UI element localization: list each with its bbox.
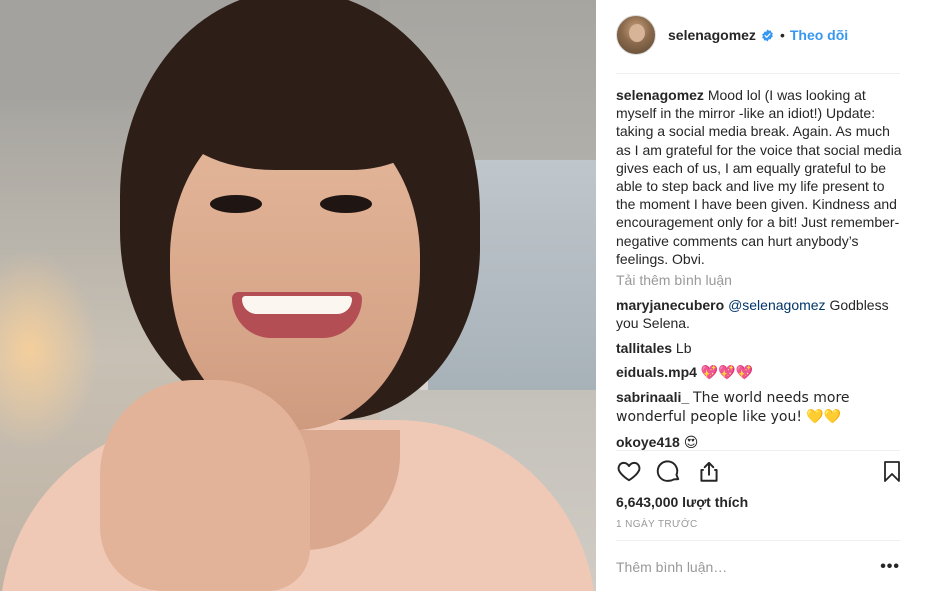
comment-username[interactable]: maryjanecubero bbox=[616, 297, 724, 313]
comment-item: eiduals.mp4 💖💖💖 bbox=[616, 363, 906, 382]
photo-right-eye bbox=[320, 195, 372, 213]
actions-divider bbox=[616, 450, 900, 451]
caption-text: Mood lol (I was looking at myself in the… bbox=[616, 87, 902, 267]
add-comment-input[interactable]: Thêm bình luận… bbox=[616, 559, 727, 575]
bookmark-icon[interactable] bbox=[880, 458, 904, 484]
comment-username[interactable]: eiduals.mp4 bbox=[616, 364, 697, 380]
comment-item: sabrinaali_ The world needs more wonderf… bbox=[616, 388, 906, 427]
photo-smile bbox=[232, 292, 362, 338]
add-comment-row: Thêm bình luận… ••• bbox=[616, 558, 900, 576]
post-header: selenagomez • Theo dõi bbox=[616, 14, 848, 56]
caption-username[interactable]: selenagomez bbox=[616, 87, 704, 103]
more-options-icon[interactable]: ••• bbox=[880, 558, 900, 576]
header-separator: • bbox=[779, 27, 785, 43]
follow-button[interactable]: Theo dõi bbox=[790, 27, 848, 43]
comment-box-divider bbox=[616, 540, 900, 541]
photo-hand bbox=[100, 380, 310, 591]
comment-bubble-icon[interactable] bbox=[656, 458, 682, 484]
avatar[interactable] bbox=[616, 15, 656, 55]
instagram-post: selenagomez • Theo dõi selenagomez Mood … bbox=[0, 0, 925, 591]
photo-left-eye bbox=[210, 195, 262, 213]
comments-list: maryjanecubero @selenagomez Godbless you… bbox=[616, 296, 906, 458]
post-photo[interactable] bbox=[0, 0, 596, 591]
comment-text: 💖💖💖 bbox=[700, 364, 754, 381]
comment-mention[interactable]: @selenagomez bbox=[728, 297, 826, 313]
post-side-panel: selenagomez • Theo dõi selenagomez Mood … bbox=[596, 0, 925, 591]
comment-item: maryjanecubero @selenagomez Godbless you… bbox=[616, 296, 906, 333]
action-bar bbox=[616, 458, 904, 488]
comment-text: Lb bbox=[675, 339, 692, 356]
heart-icon[interactable] bbox=[616, 458, 642, 484]
caption: selenagomez Mood lol (I was looking at m… bbox=[616, 86, 904, 268]
header-username[interactable]: selenagomez bbox=[668, 27, 756, 43]
comment-item: tallitales Lb bbox=[616, 339, 906, 357]
likes-count[interactable]: 6,643,000 lượt thích bbox=[616, 494, 748, 510]
comment-username[interactable]: okoye418 bbox=[616, 434, 680, 450]
comment-text: 😍 bbox=[683, 434, 699, 451]
photo-bangs bbox=[175, 40, 425, 170]
verified-badge-icon bbox=[762, 29, 773, 41]
photo-teeth bbox=[242, 296, 352, 314]
share-icon[interactable] bbox=[696, 458, 722, 484]
photo-light-glow bbox=[0, 250, 100, 450]
comment-username[interactable]: sabrinaali_ bbox=[616, 389, 689, 405]
post-timestamp[interactable]: 1 NGÀY TRƯỚC bbox=[616, 519, 698, 530]
comment-username[interactable]: tallitales bbox=[616, 340, 672, 356]
load-more-comments-link[interactable]: Tải thêm bình luận bbox=[616, 272, 732, 288]
header-divider bbox=[616, 73, 900, 74]
